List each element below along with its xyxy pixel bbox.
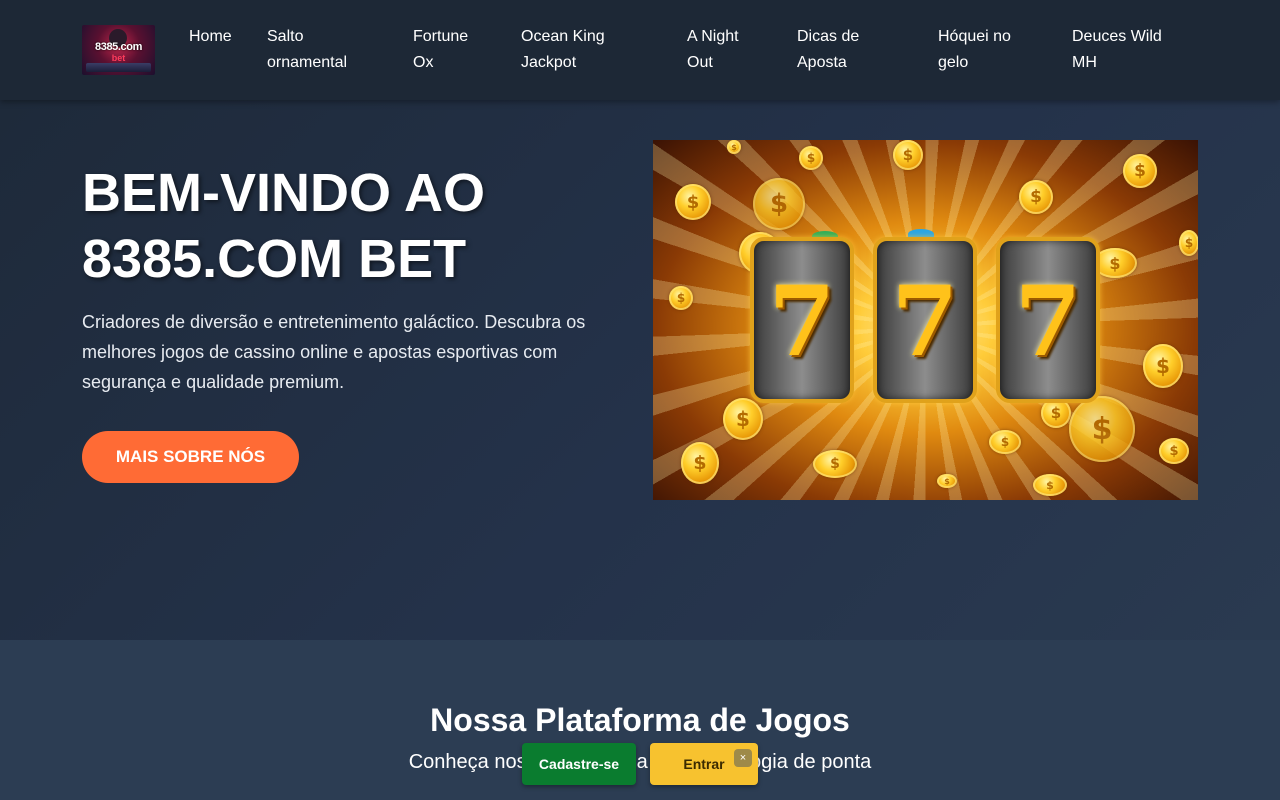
nav-label: Salto (267, 28, 304, 45)
coin-icon: $ (989, 430, 1021, 454)
coin-icon: $ (669, 286, 693, 310)
site-logo[interactable]: 8385.com bet (82, 25, 155, 75)
hero-title-line: BEM-VINDO AO (82, 163, 485, 223)
hero-section: BEM-VINDO AO 8385.COM BET Criadores de d… (0, 100, 1280, 640)
nav-label: Jackpot (521, 54, 577, 71)
slot-seven-symbol: 7 (891, 265, 959, 378)
nav-item-a-night-out[interactable]: A Night Out (687, 24, 739, 76)
nav-label: Dicas de (797, 28, 860, 45)
nav-label: A Night (687, 28, 739, 45)
coin-icon: $ (753, 178, 805, 230)
site-header: 8385.com bet Home Salto ornamental Fortu… (0, 0, 1280, 100)
nav-label: Out (687, 54, 713, 71)
nav-item-salto-ornamental[interactable]: Salto ornamental (267, 24, 347, 76)
slot-reels: 7 7 7 (750, 229, 1100, 407)
coin-icon: $ (937, 474, 957, 488)
nav-item-hoquei-no-gelo[interactable]: Hóquei no gelo (938, 24, 1011, 76)
nav-label: ornamental (267, 54, 348, 71)
coin-icon: $ (727, 140, 741, 154)
coin-icon: $ (1179, 230, 1198, 256)
nav-label: Hóquei no (938, 28, 1011, 45)
hero-title-line: 8385.COM BET (82, 229, 467, 289)
coin-icon: $ (799, 146, 823, 170)
nav-item-ocean-king-jackpot[interactable]: Ocean King Jackpot (521, 24, 605, 76)
logo-subtext: bet (111, 53, 126, 63)
nav-item-deuces-wild-mh[interactable]: Deuces Wild MH (1072, 24, 1162, 76)
logo-desk (86, 63, 151, 72)
slot-seven-symbol: 7 (1014, 265, 1082, 378)
section-title: Nossa Plataforma de Jogos (430, 702, 850, 738)
coin-icon: $ (813, 450, 857, 478)
slot-reel: 7 (996, 237, 1100, 403)
coin-icon: $ (1123, 154, 1157, 188)
coin-icon: $ (1019, 180, 1053, 214)
nav-label: Fortune (413, 28, 469, 45)
nav-label: Ocean King (521, 28, 605, 45)
logo-text: 8385.com (95, 41, 142, 53)
platform-section: Nossa Plataforma de Jogos Conheça nossa … (0, 640, 1280, 800)
nav-item-fortune-ox[interactable]: Fortune Ox (413, 24, 468, 76)
close-icon[interactable]: × (734, 749, 752, 767)
hero-title: BEM-VINDO AO 8385.COM BET (82, 160, 622, 292)
signup-button[interactable]: Cadastre-se (522, 743, 636, 785)
coin-icon: $ (675, 184, 711, 220)
slot-seven-symbol: 7 (768, 265, 836, 378)
nav-item-home[interactable]: Home (189, 24, 232, 50)
coin-icon: $ (893, 140, 923, 170)
about-us-button[interactable]: MAIS SOBRE NÓS (82, 431, 299, 483)
slot-reel: 7 (750, 237, 854, 403)
coin-icon: $ (1143, 344, 1183, 388)
coin-icon: $ (1159, 438, 1189, 464)
nav-label: Ox (413, 54, 434, 71)
nav-label: gelo (938, 54, 969, 71)
nav-item-dicas-de-aposta[interactable]: Dicas de Aposta (797, 24, 859, 76)
hero-description: Criadores de diversão e entretenimento g… (82, 312, 586, 392)
slot-reel: 7 (873, 237, 977, 403)
nav-label: Aposta (797, 54, 847, 71)
section-subtitle: Conheça nossa plataforma com tecnologia … (408, 751, 872, 773)
coin-icon: $ (681, 442, 719, 484)
nav-label: Home (189, 28, 232, 45)
coin-icon: $ (1033, 474, 1067, 496)
slot-machine-image: $ $ $ $ $ $ $ $ $ $ $ $ $ $ $ $ $ $ $ $ … (653, 140, 1198, 500)
nav-label: MH (1072, 54, 1097, 71)
nav-label: Deuces Wild (1072, 28, 1162, 45)
